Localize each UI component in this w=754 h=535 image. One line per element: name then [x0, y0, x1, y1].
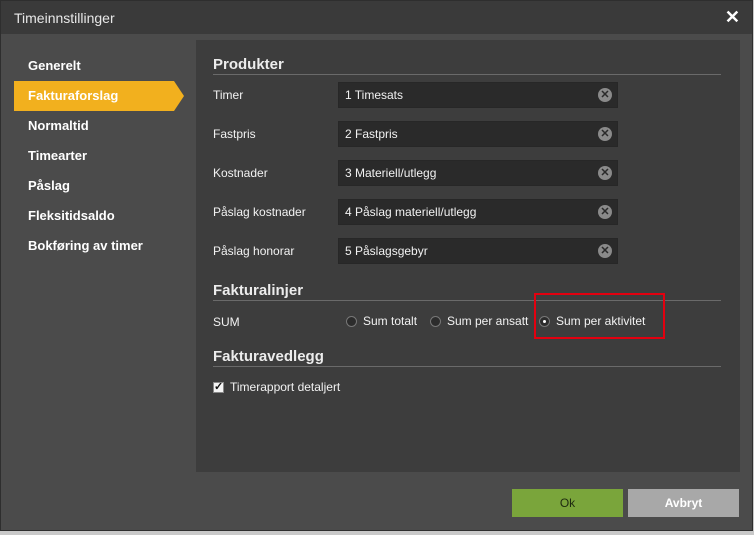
section-heading-fakturavedlegg: Fakturavedlegg — [213, 348, 721, 367]
checkbox-timerapport[interactable]: Timerapport detaljert — [213, 380, 340, 394]
checkbox-label: Timerapport detaljert — [230, 380, 341, 394]
highlight-annotation — [534, 293, 665, 339]
row-label-kostnader: Kostnader — [213, 166, 268, 180]
radio-sum-per-ansatt[interactable]: Sum per ansatt — [430, 314, 528, 328]
radio-sum-totalt[interactable]: Sum totalt — [346, 314, 417, 328]
section-heading-produkter: Produkter — [213, 56, 721, 75]
field-value: 1 Timesats — [345, 88, 404, 102]
clear-icon[interactable]: ✕ — [598, 127, 612, 141]
radio-label: Sum per ansatt — [447, 314, 529, 328]
sidebar-item-fleksitidsaldo[interactable]: Fleksitidsaldo — [14, 201, 184, 231]
row-label-fastpris: Fastpris — [213, 127, 256, 141]
clear-icon[interactable]: ✕ — [598, 88, 612, 102]
ok-button[interactable]: Ok — [512, 489, 623, 517]
sidebar-item-timearter[interactable]: Timearter — [14, 141, 184, 171]
dialog-title: Timeinnstillinger — [14, 10, 115, 26]
settings-dialog: Timeinnstillinger ✕ Generelt Fakturafors… — [0, 0, 753, 531]
settings-panel: Produkter Timer 1 Timesats ✕ Fastpris 2 … — [196, 40, 740, 472]
title-bar: Timeinnstillinger ✕ — [1, 1, 752, 34]
sidebar-item-generelt[interactable]: Generelt — [14, 51, 184, 81]
field-value: 5 Påslagsgebyr — [345, 244, 428, 258]
clear-icon[interactable]: ✕ — [598, 205, 612, 219]
clear-icon[interactable]: ✕ — [598, 244, 612, 258]
sidebar-item-paslag[interactable]: Påslag — [14, 171, 184, 201]
row-label-paslag-kostnader: Påslag kostnader — [213, 205, 306, 219]
sidebar-nav: Generelt Fakturaforslag Normaltid Timear… — [14, 51, 184, 261]
radio-button-icon — [346, 315, 357, 327]
field-value: 4 Påslag materiell/utlegg — [345, 205, 477, 219]
cancel-button[interactable]: Avbryt — [628, 489, 739, 517]
row-label-timer: Timer — [213, 88, 244, 102]
field-value: 2 Fastpris — [345, 127, 398, 141]
product-field-kostnader[interactable]: 3 Materiell/utlegg ✕ — [338, 160, 618, 186]
row-label-paslag-honorar: Påslag honorar — [213, 244, 295, 258]
sidebar-item-fakturaforslag[interactable]: Fakturaforslag — [14, 81, 184, 111]
checkbox-checked-icon[interactable] — [213, 380, 224, 393]
product-field-paslag-honorar[interactable]: 5 Påslagsgebyr ✕ — [338, 238, 618, 264]
product-field-paslag-kostnader[interactable]: 4 Påslag materiell/utlegg ✕ — [338, 199, 618, 225]
clear-icon[interactable]: ✕ — [598, 166, 612, 180]
product-field-timer[interactable]: 1 Timesats ✕ — [338, 82, 618, 108]
radio-button-icon — [430, 315, 441, 327]
sidebar-item-bokforing[interactable]: Bokføring av timer — [14, 231, 184, 261]
sum-label: SUM — [213, 315, 240, 329]
field-value: 3 Materiell/utlegg — [345, 166, 437, 180]
radio-label: Sum totalt — [363, 314, 418, 328]
sidebar-item-normaltid[interactable]: Normaltid — [14, 111, 184, 141]
close-icon[interactable]: ✕ — [725, 7, 740, 28]
product-field-fastpris[interactable]: 2 Fastpris ✕ — [338, 121, 618, 147]
